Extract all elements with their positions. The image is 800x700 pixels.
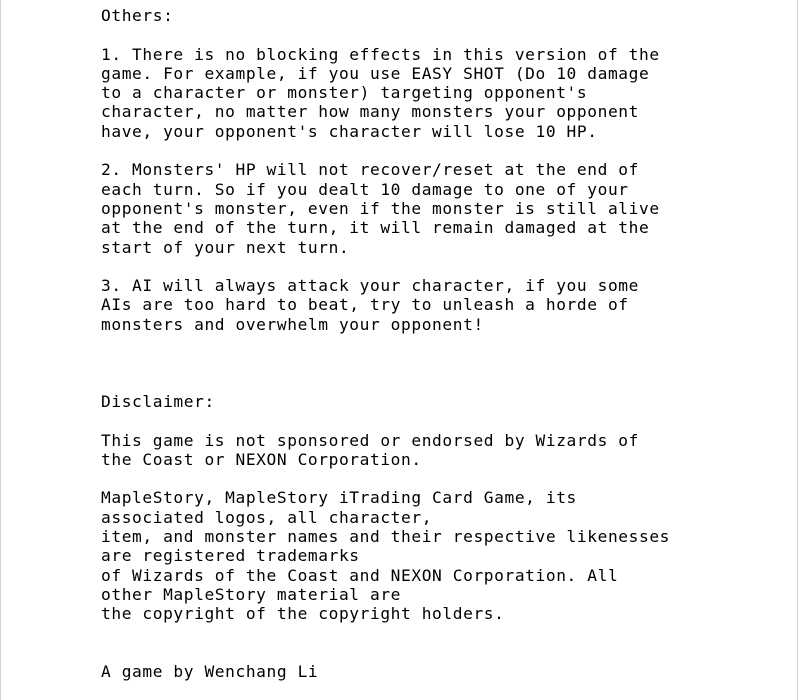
others-heading: Others: xyxy=(101,6,174,25)
author-credit: A game by Wenchang Li xyxy=(101,662,319,682)
note-3-line: monsters and overwhelm your opponent! xyxy=(101,314,484,334)
note-2-line: opponent's monster, even if the monster … xyxy=(101,198,660,218)
disclaimer-line: the Coast or NEXON Corporation. xyxy=(101,449,422,469)
disclaimer-paragraph-2: MapleStory, MapleStory iTrading Card Gam… xyxy=(101,488,741,623)
disclaimer-line: MapleStory, MapleStory iTrading Card Gam… xyxy=(101,488,577,508)
note-2-paragraph: 2. Monsters' HP will not recover/reset a… xyxy=(101,160,741,256)
disclaimer-line: item, and monster names and their respec… xyxy=(101,527,671,547)
note-2-line: at the end of the turn, it will remain d… xyxy=(101,218,650,238)
note-2-line: each turn. So if you dealt 10 damage to … xyxy=(101,179,629,199)
note-2-line: 2. Monsters' HP will not recover/reset a… xyxy=(101,160,639,180)
note-3-paragraph: 3. AI will always attack your character,… xyxy=(101,276,741,334)
note-1-line: game. For example, if you use EASY SHOT … xyxy=(101,63,650,83)
disclaimer-line: of Wizards of the Coast and NEXON Corpor… xyxy=(101,565,619,585)
note-2-line: start of your next turn. xyxy=(101,237,350,257)
disclaimer-line: This game is not sponsored or endorsed b… xyxy=(101,430,639,450)
document-text: Others: 1. There is no blocking effects … xyxy=(101,6,741,681)
note-1-line: character, no matter how many monsters y… xyxy=(101,102,639,122)
disclaimer-paragraph-1: This game is not sponsored or endorsed b… xyxy=(101,431,741,470)
note-1-line: to a character or monster) targeting opp… xyxy=(101,83,588,103)
note-1-paragraph: 1. There is no blocking effects in this … xyxy=(101,45,741,141)
note-1-line: have, your opponent's character will los… xyxy=(101,121,598,141)
disclaimer-line: associated logos, all character, xyxy=(101,507,433,527)
disclaimer-line: other MapleStory material are xyxy=(101,584,402,604)
disclaimer-line: are registered trademarks xyxy=(101,546,360,566)
note-3-line: AIs are too hard to beat, try to unleash… xyxy=(101,295,629,315)
disclaimer-heading: Disclaimer: xyxy=(101,391,215,411)
document-page: Others: 1. There is no blocking effects … xyxy=(0,0,798,700)
note-3-line: 3. AI will always attack your character,… xyxy=(101,276,639,296)
disclaimer-line: the copyright of the copyright holders. xyxy=(101,604,505,624)
note-1-line: 1. There is no blocking effects in this … xyxy=(101,44,660,64)
